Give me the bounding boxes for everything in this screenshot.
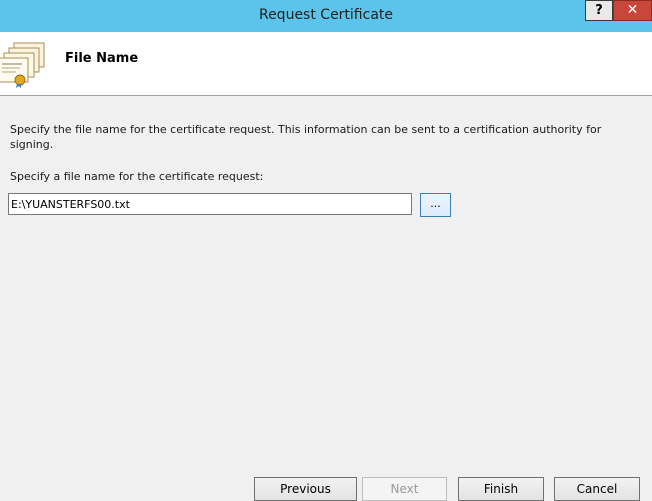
filename-field-label: Specify a file name for the certificate … xyxy=(10,170,264,183)
wizard-buttons: Previous Next Finish Cancel xyxy=(0,477,652,501)
page-title: File Name xyxy=(65,51,139,66)
certificate-stack-icon xyxy=(0,42,45,88)
filename-input[interactable] xyxy=(8,193,412,215)
cancel-button[interactable]: Cancel xyxy=(554,477,640,501)
window-title: Request Certificate xyxy=(258,7,394,23)
header-band: File Name xyxy=(0,32,652,96)
previous-button[interactable]: Previous xyxy=(254,477,357,501)
finish-button[interactable]: Finish xyxy=(458,477,544,501)
close-button[interactable]: ✕ xyxy=(613,0,652,21)
request-certificate-dialog: Request Certificate ? ✕ File Name Specif… xyxy=(0,0,652,501)
description-text: Specify the file name for the certificat… xyxy=(10,123,602,151)
next-button[interactable]: Next xyxy=(362,477,447,501)
help-button[interactable]: ? xyxy=(585,0,613,21)
browse-button[interactable]: ... xyxy=(420,193,451,217)
title-bar[interactable]: Request Certificate ? ✕ xyxy=(0,0,652,32)
